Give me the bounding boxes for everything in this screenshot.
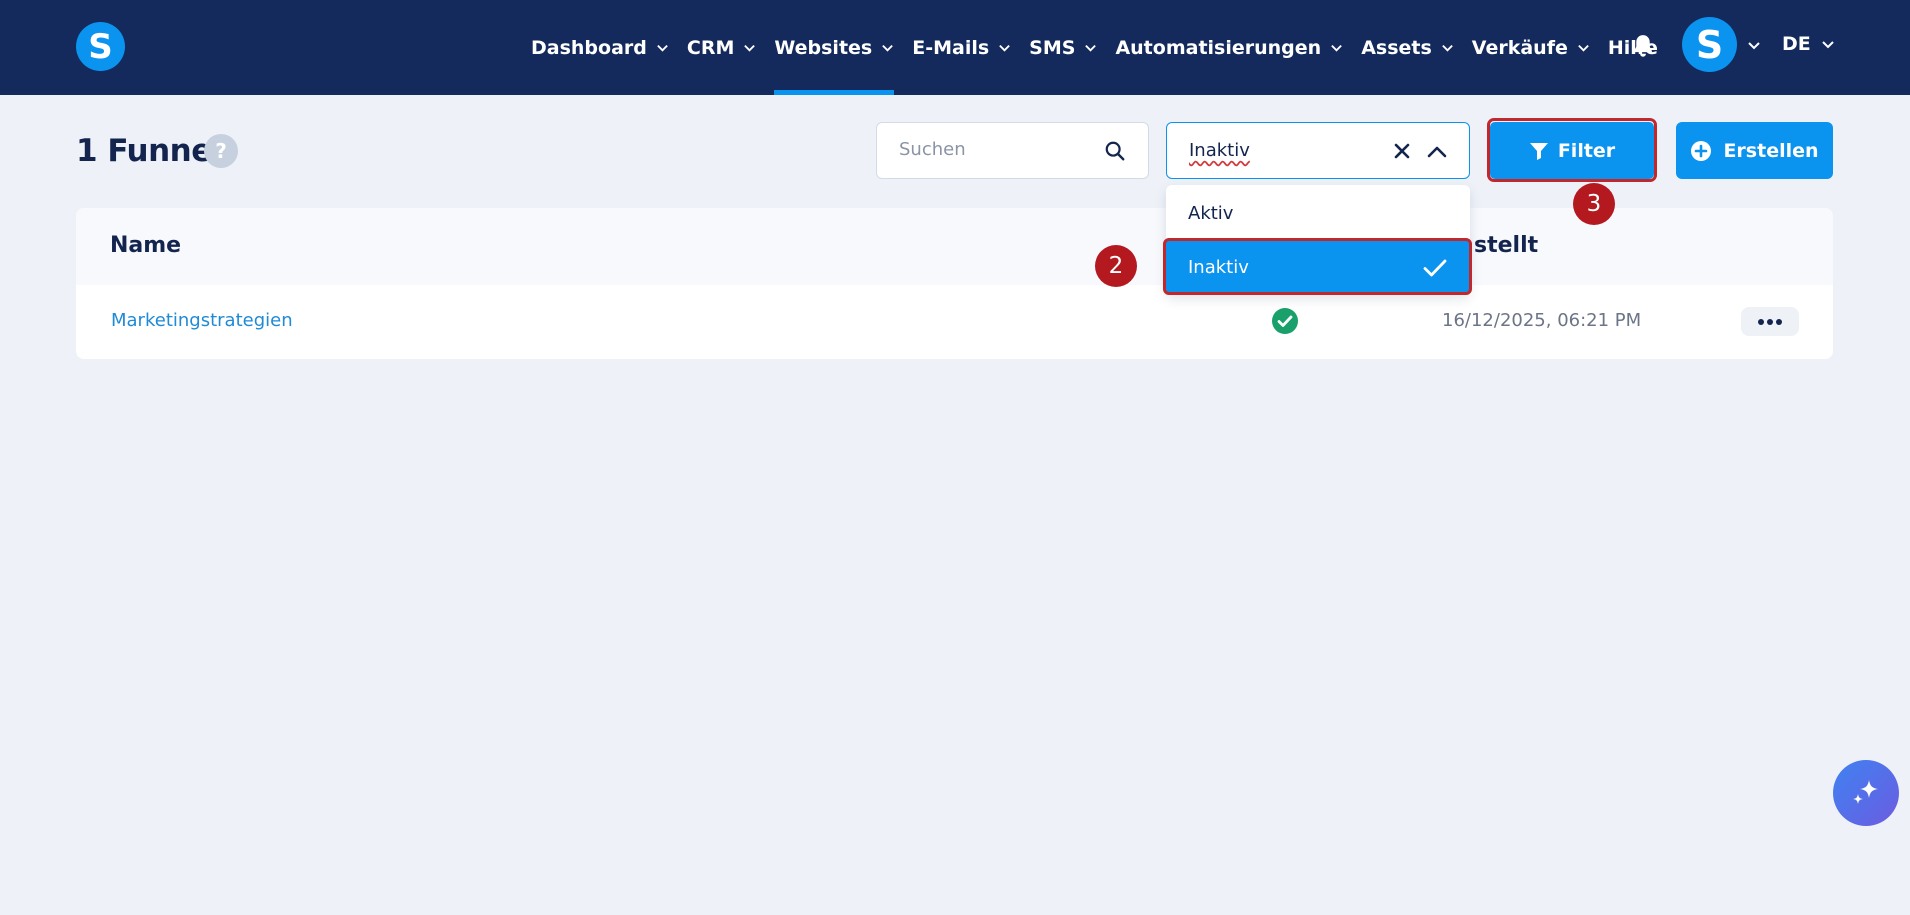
funnel-name-link[interactable]: Marketingstrategien	[111, 310, 293, 331]
search-field[interactable]	[876, 122, 1149, 179]
chevron-down-icon	[1085, 44, 1097, 52]
brand-logo[interactable]: S	[76, 22, 125, 71]
chevron-down-icon	[999, 44, 1010, 52]
nav-item-label: E-Mails	[912, 36, 990, 59]
table-header: Name stellt	[76, 208, 1833, 285]
nav-item-label: Websites	[774, 36, 873, 59]
chevron-down-icon	[882, 44, 894, 52]
chevron-down-icon	[1331, 44, 1342, 52]
nav-item-label: Automatisierungen	[1115, 36, 1322, 59]
help-icon[interactable]: ?	[204, 134, 238, 168]
ai-assistant-button[interactable]	[1833, 760, 1899, 826]
nav-item-label: SMS	[1029, 36, 1076, 59]
chevron-down-icon[interactable]	[1747, 38, 1761, 52]
funnel-table: Name stellt Marketingstrategien 16/12/20…	[76, 208, 1833, 359]
sparkle-icon	[1853, 780, 1878, 804]
create-button-label: Erstellen	[1723, 139, 1819, 162]
nav-item-verkaeufe[interactable]: Verkäufe	[1472, 0, 1590, 95]
more-horizontal-icon	[1758, 318, 1782, 325]
filter-button-label: Filter	[1557, 139, 1616, 162]
user-avatar[interactable]: S	[1682, 17, 1737, 72]
chevron-down-icon	[1578, 44, 1589, 52]
close-icon[interactable]	[1392, 141, 1412, 161]
page-title: 1 Funnel	[76, 133, 222, 169]
filter-icon	[1529, 142, 1548, 160]
nav-item-label: Assets	[1361, 36, 1432, 59]
dropdown-option-inaktiv[interactable]: Inaktiv	[1166, 241, 1470, 295]
dropdown-option-aktiv[interactable]: Aktiv	[1188, 203, 1233, 224]
language-switcher[interactable]: DE	[1782, 33, 1835, 55]
column-header-name[interactable]: Name	[110, 233, 181, 258]
status-select[interactable]: Inaktiv	[1166, 122, 1470, 179]
nav-item-label: Verkäufe	[1471, 36, 1568, 59]
table-row: Marketingstrategien 16/12/2025, 06:21 PM	[76, 285, 1833, 359]
chevron-down-icon	[657, 44, 668, 52]
chevron-down-icon	[1822, 41, 1834, 49]
create-button[interactable]: Erstellen	[1676, 122, 1833, 179]
main-nav: Dashboard CRM Websites E-Mails SMS Autom…	[531, 0, 1676, 95]
nav-item-label: Dashboard	[531, 36, 647, 59]
chevron-up-icon[interactable]	[1426, 141, 1448, 163]
status-active-icon	[1272, 308, 1298, 334]
column-header-created[interactable]: stellt	[1474, 233, 1538, 258]
nav-item-dashboard[interactable]: Dashboard	[531, 0, 669, 95]
check-icon	[1423, 259, 1447, 277]
filter-button[interactable]: Filter	[1490, 122, 1654, 179]
language-label: DE	[1782, 33, 1811, 55]
annotation-badge-2: 2	[1095, 245, 1137, 287]
annotation-badge-3: 3	[1573, 183, 1615, 225]
nav-item-automatisierungen[interactable]: Automatisierungen	[1115, 0, 1343, 95]
nav-item-websites[interactable]: Websites	[774, 0, 895, 95]
row-actions-button[interactable]	[1741, 307, 1799, 336]
nav-item-crm[interactable]: CRM	[687, 0, 756, 95]
status-select-value: Inaktiv	[1189, 140, 1250, 161]
nav-item-assets[interactable]: Assets	[1361, 0, 1454, 95]
status-dropdown: Aktiv Inaktiv	[1166, 185, 1470, 295]
nav-item-label: CRM	[686, 36, 735, 59]
dropdown-option-label: Inaktiv	[1188, 257, 1249, 278]
chevron-down-icon	[744, 44, 756, 52]
top-navbar: S Dashboard CRM Websites E-Mails SMS Aut…	[0, 0, 1910, 95]
nav-item-emails[interactable]: E-Mails	[912, 0, 1011, 95]
search-input[interactable]	[899, 139, 1089, 160]
plus-circle-icon	[1691, 140, 1712, 161]
nav-item-sms[interactable]: SMS	[1029, 0, 1097, 95]
chevron-down-icon	[1441, 44, 1453, 52]
bell-icon[interactable]	[1630, 33, 1656, 59]
created-date: 16/12/2025, 06:21 PM	[1442, 310, 1642, 331]
search-icon[interactable]	[1104, 140, 1126, 162]
